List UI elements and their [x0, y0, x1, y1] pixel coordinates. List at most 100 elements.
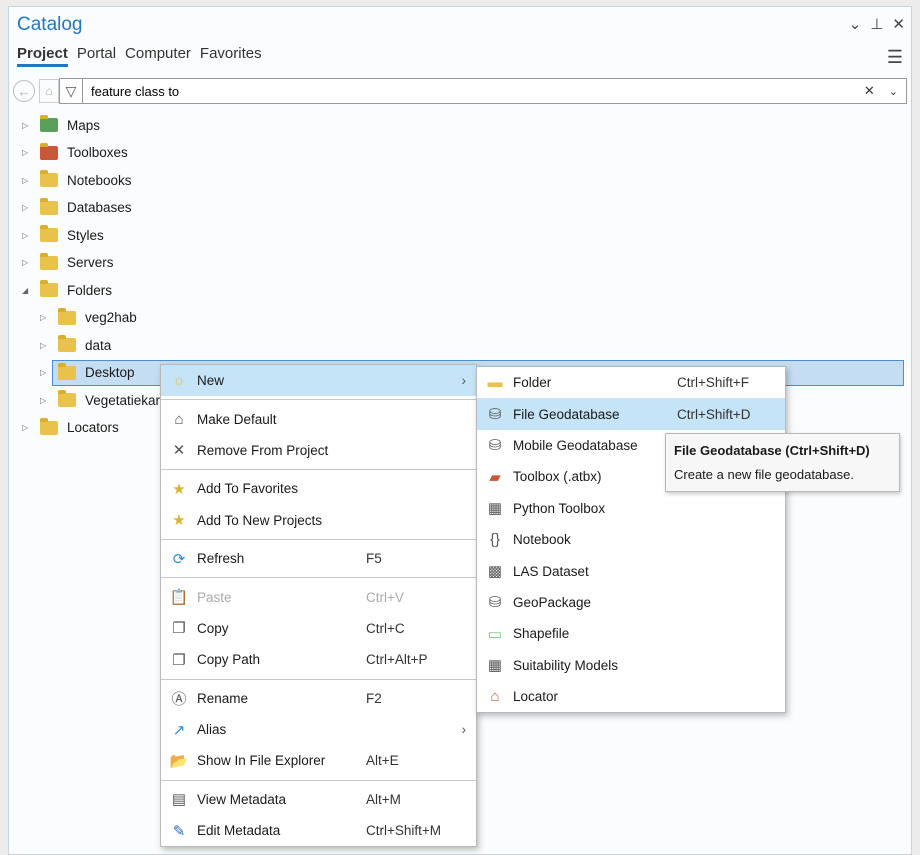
menu-item-add-to-new-projects[interactable]: ★ Add To New Projects: [161, 505, 476, 536]
databases-icon: [40, 197, 58, 215]
menu-item-rename[interactable]: Ⓐ Rename F2: [161, 683, 476, 714]
tree-item-locators[interactable]: ▷ Locators: [22, 415, 119, 441]
filter-icon[interactable]: ▽: [59, 78, 83, 104]
menu-item-label: Python Toolbox: [513, 500, 606, 516]
locators-icon: [40, 417, 58, 435]
menu-item-edit-metadata[interactable]: ✎ Edit Metadata Ctrl+Shift+M: [161, 815, 476, 846]
tree-item-label: Desktop: [85, 365, 135, 380]
search-box[interactable]: ✕ ⌄: [83, 78, 907, 104]
tab-portal[interactable]: Portal: [77, 45, 116, 67]
tree-item-folders[interactable]: ◢ Folders: [22, 277, 112, 303]
menu-item-geopackage[interactable]: ⛁ GeoPackage: [477, 587, 785, 618]
menu-item-new[interactable]: ☼ New ›: [161, 365, 476, 397]
menu-item-refresh[interactable]: ⟳ Refresh F5: [161, 543, 476, 574]
menu-separator: [161, 538, 476, 540]
tree-item-vegetatiekart[interactable]: ▷ Vegetatiekart: [40, 387, 164, 413]
chevron-right-icon: ›: [461, 373, 467, 389]
tab-project[interactable]: Project: [17, 45, 68, 67]
menu-item-paste[interactable]: 📋 Paste Ctrl+V: [161, 581, 476, 612]
collapsed-arrow-icon[interactable]: ▷: [22, 148, 36, 157]
tree-item-label: Styles: [67, 227, 104, 243]
tree-item-toolboxes[interactable]: ▷ Toolboxes: [22, 140, 128, 166]
pane-options-chevron-icon[interactable]: ⌄: [849, 15, 862, 33]
menu-item-view-metadata[interactable]: ▤ View Metadata Alt+M: [161, 784, 476, 815]
close-pane-icon[interactable]: ✕: [892, 15, 905, 33]
shortcut-text: Ctrl+Alt+P: [366, 652, 428, 668]
collapsed-arrow-icon[interactable]: ▷: [40, 368, 54, 377]
tree-item-label: veg2hab: [85, 310, 137, 325]
tree-item-notebooks[interactable]: ▷ Notebooks: [22, 167, 132, 193]
tree-item-label: Notebooks: [67, 172, 132, 188]
collapsed-arrow-icon[interactable]: ▷: [22, 231, 36, 240]
menu-item-make-default[interactable]: ⌂ Make Default: [161, 403, 476, 434]
menu-item-label: GeoPackage: [513, 594, 592, 610]
menu-separator: [161, 577, 476, 579]
collapsed-arrow-icon[interactable]: ▷: [40, 313, 54, 322]
collapsed-arrow-icon[interactable]: ▷: [22, 176, 36, 185]
tree-item-databases[interactable]: ▷ Databases: [22, 195, 132, 221]
menu-item-suitability-models[interactable]: ▦ Suitability Models: [477, 650, 785, 681]
tooltip: File Geodatabase (Ctrl+Shift+D) Create a…: [665, 433, 900, 492]
menu-item-copy-path[interactable]: ❐ Copy Path Ctrl+Alt+P: [161, 644, 476, 675]
tab-favorites[interactable]: Favorites: [200, 45, 262, 67]
menu-item-locator[interactable]: ⌂ Locator: [477, 681, 785, 712]
collapsed-arrow-icon[interactable]: ▷: [40, 341, 54, 350]
mobile-geodatabase-icon: ⛁: [488, 437, 502, 455]
menu-item-las-dataset[interactable]: ▩ LAS Dataset: [477, 555, 785, 586]
menu-item-label: Suitability Models: [513, 657, 619, 673]
menu-item-label: Refresh: [197, 551, 245, 567]
menu-item-file-geodatabase[interactable]: ⛁ File Geodatabase Ctrl+Shift+D: [477, 398, 785, 430]
new-submenu: ▬ Folder Ctrl+Shift+F ⛁ File Geodatabase Ctrl…: [476, 366, 786, 714]
menu-item-show-in-file-explorer[interactable]: 📂 Show In File Explorer Alt+E: [161, 745, 476, 776]
menu-item-alias[interactable]: ↗ Alias ›: [161, 714, 476, 745]
menu-item-label: Copy Path: [197, 652, 261, 668]
shortcut-text: Alt+M: [366, 791, 401, 807]
tree-item-veg2hab[interactable]: ▷ veg2hab: [40, 305, 137, 331]
new-icon: ☼: [172, 372, 186, 390]
menu-item-python-toolbox[interactable]: ▦ Python Toolbox: [477, 493, 785, 524]
home-icon[interactable]: ⌂: [39, 79, 59, 103]
menu-item-copy[interactable]: ❐ Copy Ctrl+C: [161, 613, 476, 644]
tree-item-label: Databases: [67, 200, 132, 215]
pin-icon[interactable]: ⊥: [870, 15, 883, 33]
shortcut-text: Ctrl+Shift+F: [677, 375, 750, 391]
tab-computer[interactable]: Computer: [125, 45, 191, 67]
collapsed-arrow-icon[interactable]: ▷: [22, 423, 36, 432]
tree-item-maps[interactable]: ▷ Maps: [22, 112, 100, 138]
clear-search-icon[interactable]: ✕: [864, 83, 875, 99]
metadata-icon: ▤: [171, 791, 187, 809]
locator-icon: ⌂: [490, 688, 500, 706]
menu-hamburger-icon[interactable]: ☰: [887, 47, 903, 68]
tree-item-servers[interactable]: ▷ Servers: [22, 250, 114, 276]
collapsed-arrow-icon[interactable]: ▷: [22, 121, 36, 130]
menu-separator: [161, 469, 476, 471]
toolboxes-icon: [40, 142, 58, 160]
alias-icon: ↗: [172, 721, 186, 739]
back-arrow-icon[interactable]: ←: [13, 80, 35, 102]
search-input[interactable]: [89, 82, 864, 100]
menu-item-add-to-favorites[interactable]: ★ Add To Favorites: [161, 473, 476, 504]
star-icon: ★: [172, 480, 186, 498]
tree-item-label: Maps: [67, 117, 101, 133]
menu-item-notebook[interactable]: {} Notebook: [477, 524, 785, 555]
tree-item-desktop[interactable]: ▷ Desktop: [40, 360, 135, 386]
menu-item-folder[interactable]: ▬ Folder Ctrl+Shift+F: [477, 367, 785, 398]
notebooks-icon: [40, 170, 58, 187]
menu-item-label: Show In File Explorer: [197, 753, 326, 769]
python-toolbox-icon: ▦: [487, 500, 503, 518]
expanded-arrow-icon[interactable]: ◢: [22, 286, 36, 295]
collapsed-arrow-icon[interactable]: ▷: [22, 258, 36, 267]
tree-item-styles[interactable]: ▷ Styles: [22, 222, 104, 248]
tree-item-data[interactable]: ▷ data: [40, 332, 111, 358]
search-dropdown-icon[interactable]: ⌄: [889, 85, 898, 98]
las-dataset-icon: ▩: [487, 563, 503, 581]
refresh-icon: ⟳: [172, 550, 186, 568]
menu-item-remove-from-project[interactable]: ✕ Remove From Project: [161, 435, 476, 466]
context-menu: ☼ New › ⌂ Make Default ✕ Remove From Project ★ A…: [160, 364, 477, 848]
folders-icon: [40, 280, 58, 297]
tooltip-body: Create a new file geodatabase.: [674, 467, 854, 482]
collapsed-arrow-icon[interactable]: ▷: [22, 203, 36, 212]
collapsed-arrow-icon[interactable]: ▷: [40, 396, 54, 405]
menu-item-shapefile[interactable]: ▭ Shapefile: [477, 618, 785, 649]
shortcut-text: F5: [366, 551, 382, 567]
